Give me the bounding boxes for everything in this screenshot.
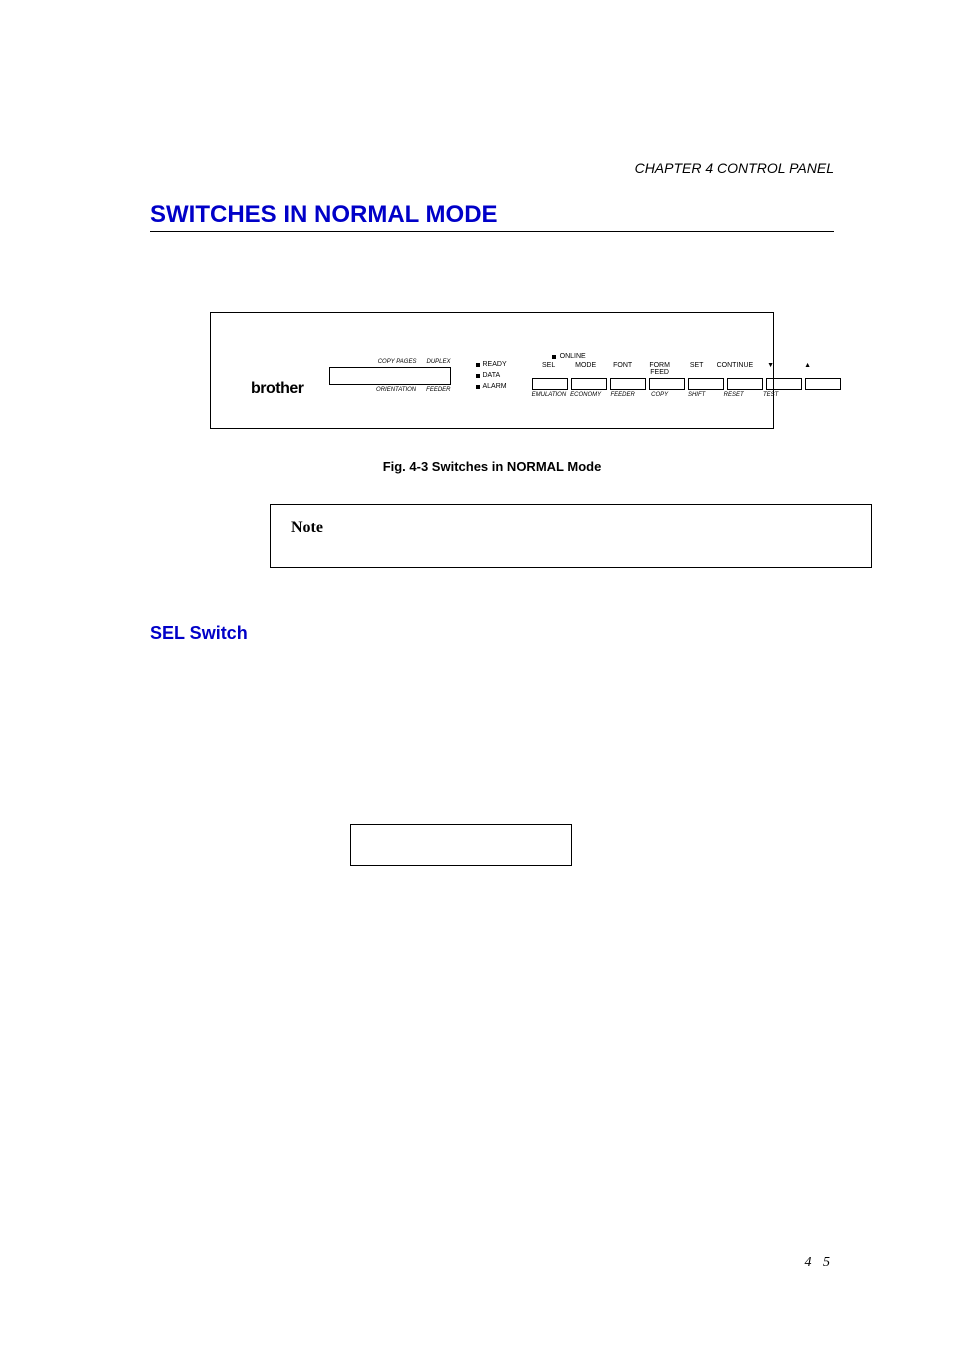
led-alarm: ALARM xyxy=(476,383,507,390)
label-up: ▲ xyxy=(791,362,825,376)
label-formfeed: FORM FEED xyxy=(643,362,677,376)
label-shift: SHIFT xyxy=(680,392,714,398)
lcd-bottom-labels: ORIENTATION FEEDER xyxy=(329,387,451,393)
page: CHAPTER 4 CONTROL PANEL SWITCHES IN NORM… xyxy=(0,0,954,1351)
label-test: TEST xyxy=(754,392,788,398)
lcd-top-labels: COPY PAGES DUPLEX xyxy=(329,359,451,365)
label-set: SET xyxy=(680,362,714,376)
lcd-label-feeder: FEEDER xyxy=(426,387,450,393)
led-column: READY DATA ALARM xyxy=(476,361,507,390)
note-box: Note xyxy=(270,504,872,568)
lcd-block: COPY PAGES DUPLEX ORIENTATION FEEDER xyxy=(329,359,451,393)
led-alarm-label: ALARM xyxy=(483,383,507,390)
figure-caption: Fig. 4-3 Switches in NORMAL Mode xyxy=(150,459,834,474)
section-title: SWITCHES IN NORMAL MODE xyxy=(150,201,834,232)
label-emulation: EMULATION xyxy=(532,392,566,398)
led-online: ONLINE xyxy=(552,353,841,360)
label-sel: SEL xyxy=(532,362,566,376)
led-indicator-icon xyxy=(476,385,480,389)
lcd-label-duplex: DUPLEX xyxy=(426,359,450,365)
label-economy: ECONOMY xyxy=(569,392,603,398)
panel-inner: brother COPY PAGES DUPLEX ORIENTATION FE… xyxy=(251,353,733,398)
led-data-label: DATA xyxy=(483,372,501,379)
lcd-label-copy-pages: COPY PAGES xyxy=(378,359,417,365)
page-number: 4 5 xyxy=(805,1255,835,1271)
switch-mode[interactable] xyxy=(571,378,607,390)
led-indicator-icon xyxy=(552,355,556,359)
logo-area: brother xyxy=(251,380,304,398)
label-reset: RESET xyxy=(717,392,751,398)
lcd-label-orientation: ORIENTATION xyxy=(376,387,416,393)
led-ready-label: READY xyxy=(483,361,507,368)
display-box xyxy=(350,824,572,866)
switch-continue[interactable] xyxy=(727,378,763,390)
switch-bottom-labels: EMULATION ECONOMY FEEDER COPY SHIFT RESE… xyxy=(532,392,841,398)
control-panel-figure: brother COPY PAGES DUPLEX ORIENTATION FE… xyxy=(210,312,774,429)
led-data: DATA xyxy=(476,372,507,379)
label-copy: COPY xyxy=(643,392,677,398)
switch-set[interactable] xyxy=(688,378,724,390)
lcd-screen xyxy=(329,367,451,385)
label-font: FONT xyxy=(606,362,640,376)
switch-font[interactable] xyxy=(610,378,646,390)
switch-formfeed[interactable] xyxy=(649,378,685,390)
led-online-label: ONLINE xyxy=(560,353,586,360)
switch-down[interactable] xyxy=(766,378,802,390)
sel-switch-heading: SEL Switch xyxy=(150,623,834,644)
main-controls: ONLINE SEL MODE FONT FORM FEED SET CONTI… xyxy=(532,353,841,398)
switch-row xyxy=(532,378,841,390)
label-mode: MODE xyxy=(569,362,603,376)
brother-logo: brother xyxy=(251,380,304,398)
label-continue: CONTINUE xyxy=(717,362,751,376)
note-label: Note xyxy=(291,519,851,537)
led-ready: READY xyxy=(476,361,507,368)
switch-top-labels: SEL MODE FONT FORM FEED SET CONTINUE ▼ ▲ xyxy=(532,362,841,376)
label-feeder: FEEDER xyxy=(606,392,640,398)
chapter-header: CHAPTER 4 CONTROL PANEL xyxy=(150,160,834,176)
label-down: ▼ xyxy=(754,362,788,376)
led-indicator-icon xyxy=(476,374,480,378)
switch-sel[interactable] xyxy=(532,378,568,390)
led-indicator-icon xyxy=(476,363,480,367)
switch-up[interactable] xyxy=(805,378,841,390)
